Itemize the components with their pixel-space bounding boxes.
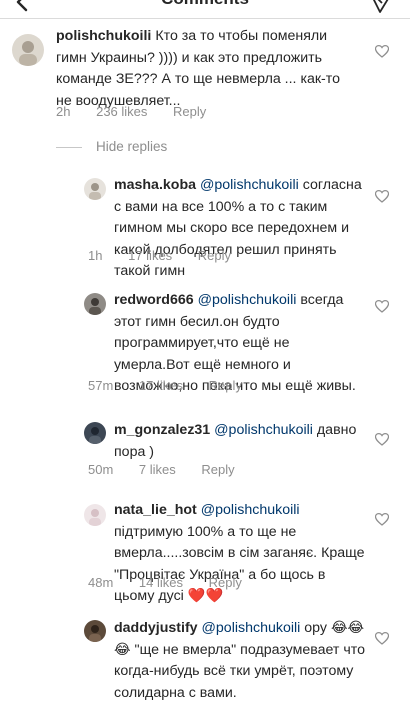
- mention-link[interactable]: @polishchukoili: [214, 422, 313, 438]
- direct-send-icon[interactable]: [370, 0, 392, 14]
- hide-replies-label: Hide replies: [96, 139, 168, 154]
- avatar[interactable]: [84, 293, 106, 315]
- comment-meta: 2h 236 likes Reply: [56, 104, 228, 119]
- comment-body-pre: ору: [304, 620, 327, 636]
- comment-username[interactable]: masha.koba: [114, 177, 196, 193]
- comment-username[interactable]: m_gonzalez31: [114, 422, 210, 438]
- divider-line: [56, 146, 82, 148]
- comment-meta: 1h 17 likes Reply: [88, 248, 253, 263]
- reply-button[interactable]: Reply: [173, 104, 206, 119]
- comment-username[interactable]: polishchukoili: [56, 28, 151, 44]
- hide-replies-button[interactable]: Hide replies: [56, 139, 167, 154]
- comment-username[interactable]: redword666: [114, 292, 194, 308]
- comment-body: підтримую 100% а то ще не вмерла.....зов…: [114, 523, 365, 605]
- heart-emoji: ❤️❤️: [187, 588, 224, 604]
- like-heart-icon[interactable]: [375, 433, 389, 446]
- comment-body: "ще не вмерла" подразумевает что когда-н…: [114, 641, 365, 701]
- comment-meta: 50m 7 likes Reply: [88, 462, 257, 477]
- avatar[interactable]: [84, 422, 106, 444]
- like-heart-icon[interactable]: [375, 45, 389, 58]
- comments-header: Comments: [0, 0, 410, 19]
- like-heart-icon[interactable]: [375, 300, 389, 313]
- avatar[interactable]: [84, 178, 106, 200]
- comment-likes[interactable]: 14 likes: [139, 575, 183, 590]
- comment-likes[interactable]: 17 likes: [139, 378, 183, 393]
- reply-button[interactable]: Reply: [198, 248, 231, 263]
- reply-button[interactable]: Reply: [209, 378, 242, 393]
- reply-button[interactable]: Reply: [201, 462, 234, 477]
- comment-time: 1h: [88, 248, 103, 263]
- comment-meta: 57m 17 likes Reply: [88, 378, 264, 393]
- comment-time: 57m: [88, 378, 114, 393]
- reply-button[interactable]: Reply: [209, 575, 242, 590]
- avatar[interactable]: [12, 34, 44, 66]
- like-heart-icon[interactable]: [375, 513, 389, 526]
- mention-link[interactable]: @polishchukoili: [198, 292, 297, 308]
- comment-likes[interactable]: 17 likes: [128, 248, 172, 263]
- comment-text: polishchukoili Кто за то чтобы поменяли …: [56, 26, 356, 112]
- page-title: Comments: [0, 0, 410, 9]
- comment-likes[interactable]: 236 likes: [96, 104, 147, 119]
- comment-text: nata_lie_hot @polishchukoili підтримую 1…: [114, 500, 366, 608]
- comment-time: 48m: [88, 575, 114, 590]
- mention-link[interactable]: @polishchukoili: [201, 502, 300, 518]
- comment-meta: 48m 14 likes Reply: [88, 575, 264, 590]
- comment-text: masha.koba @polishchukoili согласна с ва…: [114, 175, 364, 283]
- comment-text: daddyjustify @polishchukoili ору 😂😂😂 "ще…: [114, 618, 368, 704]
- like-heart-icon[interactable]: [375, 632, 389, 645]
- comment-username[interactable]: daddyjustify: [114, 620, 198, 636]
- avatar[interactable]: [84, 504, 106, 526]
- comment-username[interactable]: nata_lie_hot: [114, 502, 197, 518]
- like-heart-icon[interactable]: [375, 190, 389, 203]
- comment-time: 2h: [56, 104, 71, 119]
- comment-time: 50m: [88, 462, 114, 477]
- avatar[interactable]: [84, 620, 106, 642]
- mention-link[interactable]: @polishchukoili: [200, 177, 299, 193]
- comment-text: m_gonzalez31 @polishchukoili давно пора …: [114, 420, 364, 463]
- mention-link[interactable]: @polishchukoili: [202, 620, 301, 636]
- comment-likes[interactable]: 7 likes: [139, 462, 176, 477]
